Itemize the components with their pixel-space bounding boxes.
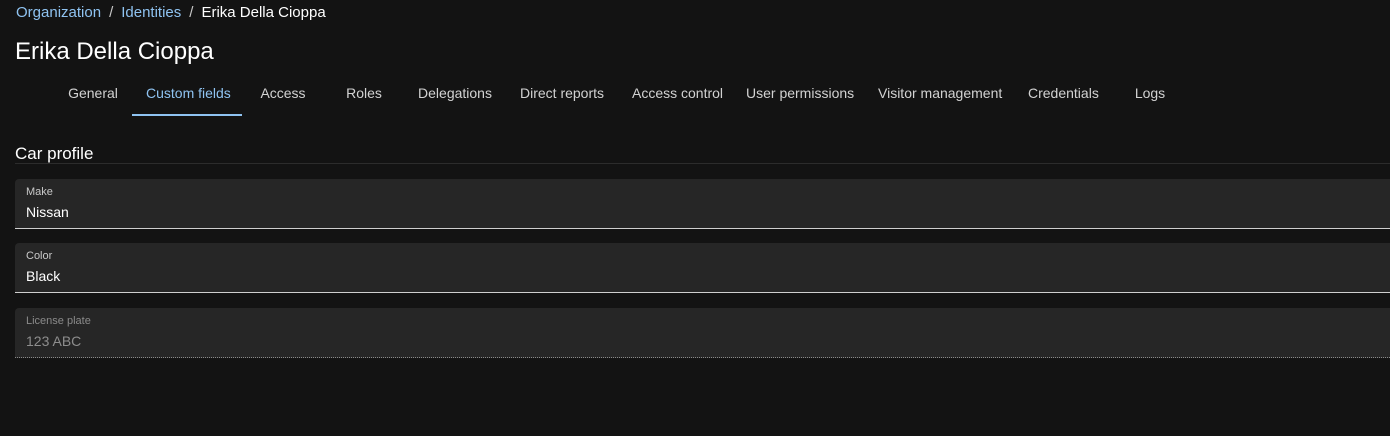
- license-plate-field-value: 123 ABC: [26, 333, 82, 349]
- license-plate-field: License plate 123 ABC: [15, 308, 1390, 358]
- tab-access-control[interactable]: Access control: [618, 74, 732, 116]
- make-field-underline: [15, 228, 1390, 229]
- section-divider: [15, 163, 1390, 164]
- page-title: Erika Della Cioppa: [15, 38, 214, 65]
- color-field[interactable]: Color Black: [15, 243, 1390, 293]
- tab-logs[interactable]: Logs: [1110, 74, 1190, 116]
- color-field-value[interactable]: Black: [26, 267, 60, 285]
- breadcrumb-organization-link[interactable]: Organization: [16, 4, 101, 21]
- breadcrumb-separator: /: [109, 4, 114, 21]
- tab-delegations[interactable]: Delegations: [404, 74, 506, 116]
- make-field[interactable]: Make Nissan: [15, 179, 1390, 229]
- breadcrumb: Organization / Identities / Erika Della Ciop…: [16, 4, 326, 22]
- breadcrumb-current: Erika Della Cioppa: [201, 4, 326, 21]
- tab-access[interactable]: Access: [242, 74, 324, 116]
- tab-direct-reports[interactable]: Direct reports: [506, 74, 618, 116]
- section-title-car-profile: Car profile: [15, 144, 94, 163]
- tab-bar: General Custom fields Access Roles Deleg…: [54, 74, 1190, 116]
- breadcrumb-identities-link[interactable]: Identities: [121, 4, 181, 21]
- tab-general[interactable]: General: [54, 74, 132, 116]
- tab-visitor-management[interactable]: Visitor management: [864, 74, 1014, 116]
- license-plate-field-underline: [15, 357, 1390, 358]
- license-plate-field-label: License plate: [26, 315, 91, 327]
- make-field-label: Make: [26, 186, 53, 198]
- tab-roles[interactable]: Roles: [324, 74, 404, 116]
- color-field-label: Color: [26, 250, 53, 262]
- color-field-underline: [15, 292, 1390, 293]
- identity-page: Organization / Identities / Erika Della Ciop…: [0, 0, 1390, 436]
- make-field-value[interactable]: Nissan: [26, 203, 69, 221]
- tab-user-permissions[interactable]: User permissions: [732, 74, 864, 116]
- breadcrumb-separator: /: [189, 4, 194, 21]
- tab-custom-fields[interactable]: Custom fields: [132, 74, 242, 116]
- tab-credentials[interactable]: Credentials: [1014, 74, 1110, 116]
